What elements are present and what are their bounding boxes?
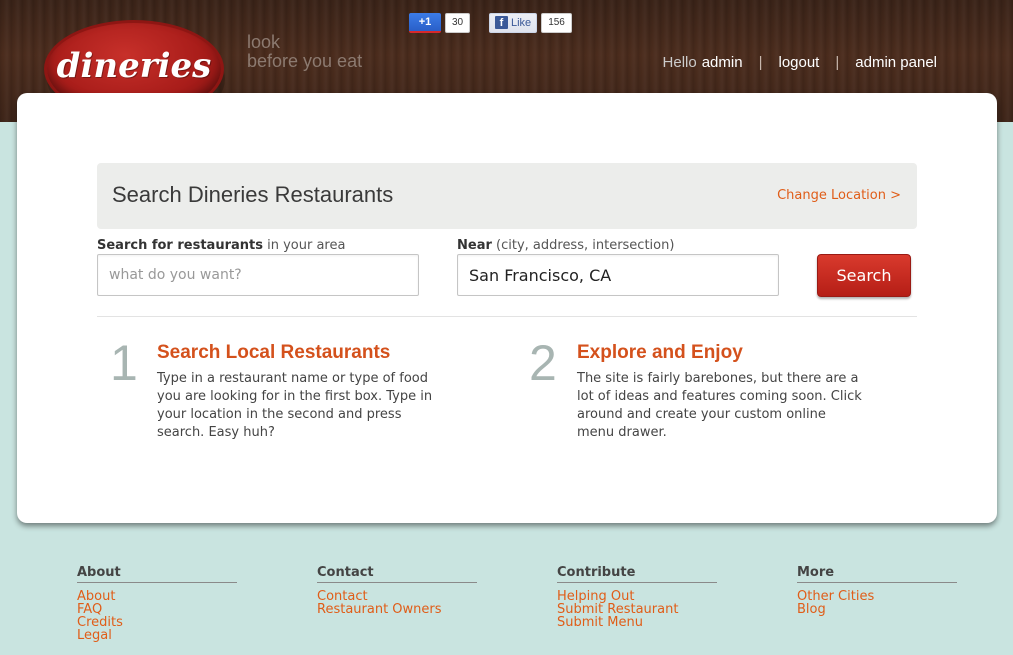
divider (97, 316, 917, 317)
footer-link[interactable]: Legal (77, 629, 237, 642)
nav-separator: | (758, 54, 763, 71)
user-nav: Hello admin | logout | admin panel (663, 54, 937, 71)
footer-heading: Contact (317, 565, 477, 583)
step-body: The site is fairly barebones, but there … (577, 371, 862, 440)
footer-column-about: About About FAQ Credits Legal (77, 565, 237, 642)
footer-link[interactable]: Restaurant Owners (317, 603, 477, 616)
step-number: 1 (110, 335, 138, 391)
tagline-line-2: before you eat (247, 51, 363, 71)
footer-column-contribute: Contribute Helping Out Submit Restaurant… (557, 565, 717, 629)
footer-column-contact: Contact Contact Restaurant Owners (317, 565, 477, 616)
facebook-like-count: 156 (541, 12, 572, 33)
footer-heading: More (797, 565, 957, 583)
what-field-label: Search for restaurants in your area (97, 238, 345, 253)
username-link[interactable]: admin (702, 54, 743, 71)
greeting: Hello (662, 54, 697, 71)
step-number: 2 (529, 335, 557, 391)
gplus-count: 30 (445, 12, 471, 33)
footer-column-more: More Other Cities Blog (797, 565, 957, 616)
gplus-button[interactable]: +1 (409, 12, 441, 33)
what-label-bold: Search for restaurants (97, 238, 263, 253)
step-title: Search Local Restaurants (157, 342, 391, 363)
search-title: Search Dineries Restaurants (112, 182, 394, 207)
near-label-rest: (city, address, intersection) (491, 238, 675, 253)
search-header: Search Dineries Restaurants Change Locat… (97, 163, 917, 229)
near-label-bold: Near (457, 238, 492, 253)
step-body: Type in a restaurant name or type of foo… (157, 371, 433, 440)
tagline: look before you eat (247, 33, 362, 71)
what-label-rest: in your area (262, 238, 346, 253)
what-input[interactable]: what do you want? (97, 254, 419, 296)
logout-link[interactable]: logout (778, 54, 819, 71)
footer-link[interactable]: Submit Menu (557, 616, 717, 629)
gplus-widget[interactable]: +1 30 (409, 12, 471, 33)
logo-text: dineries (56, 46, 212, 86)
footer-link[interactable]: Blog (797, 603, 957, 616)
facebook-icon: f (495, 16, 508, 29)
change-location-link[interactable]: Change Location > (777, 188, 901, 203)
footer-heading: About (77, 565, 237, 583)
footer-heading: Contribute (557, 565, 717, 583)
facebook-like-widget[interactable]: f Like 156 (489, 12, 572, 33)
facebook-like-label: Like (511, 16, 532, 29)
nav-separator: | (835, 54, 840, 71)
admin-panel-link[interactable]: admin panel (855, 54, 937, 71)
step-title: Explore and Enjoy (577, 342, 743, 363)
near-field-label: Near (city, address, intersection) (457, 238, 674, 253)
facebook-like-button[interactable]: f Like (489, 12, 538, 33)
near-input[interactable]: San Francisco, CA (457, 254, 779, 296)
main-card: Search Dineries Restaurants Change Locat… (17, 93, 997, 523)
tagline-line-1: look (247, 32, 281, 52)
search-button[interactable]: Search (817, 254, 911, 297)
